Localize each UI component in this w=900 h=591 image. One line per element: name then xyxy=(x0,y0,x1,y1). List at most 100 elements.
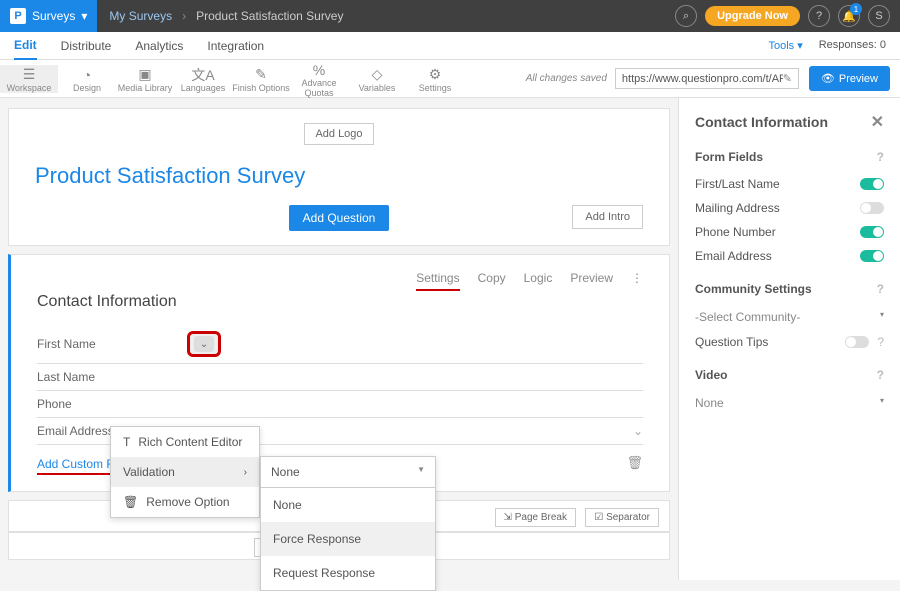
lang-icon: 文A xyxy=(174,67,232,83)
help-icon[interactable]: ? xyxy=(877,282,884,296)
video-select[interactable]: None▾ xyxy=(695,390,884,416)
question-actions: Settings Copy Logic Preview ⋮ xyxy=(37,271,643,285)
bell-badge: 1 xyxy=(850,3,862,15)
menu-validation[interactable]: Validation› xyxy=(111,457,259,487)
toggle-email[interactable]: Email Address xyxy=(695,244,884,268)
toolbar: ☰Workspace ◔Design ▣Media Library 文ALang… xyxy=(0,60,900,98)
upgrade-button[interactable]: Upgrade Now xyxy=(705,6,800,26)
field-last-name[interactable]: Last Name xyxy=(37,364,643,391)
dropdown-icon: ▾ xyxy=(880,396,884,410)
brand-label: Surveys xyxy=(32,9,75,23)
field-options-highlight: ⌄ xyxy=(187,331,221,357)
page-break-button[interactable]: ⇲ Page Break xyxy=(495,508,576,527)
topbar: P Surveys ▾ My Surveys › Product Satisfa… xyxy=(0,0,900,32)
workspace-icon: ☰ xyxy=(0,67,58,83)
trash-icon: 🗑 xyxy=(123,495,138,509)
toggle-switch[interactable] xyxy=(860,202,884,214)
chevron-right-icon: › xyxy=(244,467,247,478)
menu-remove-option[interactable]: 🗑Remove Option xyxy=(111,487,259,517)
chevron-down-icon[interactable]: ⌄ xyxy=(194,336,214,352)
tool-variables[interactable]: ◇Variables xyxy=(348,65,406,93)
toggle-switch[interactable] xyxy=(860,226,884,238)
tool-quotas[interactable]: %Advance Quotas xyxy=(290,60,348,98)
breadcrumb: My Surveys › Product Satisfaction Survey xyxy=(97,9,355,23)
design-icon: ◔ xyxy=(58,67,116,83)
saved-status: All changes saved xyxy=(526,73,607,84)
dropdown-icon: ▾ xyxy=(880,310,884,324)
eye-icon: 👁 xyxy=(821,72,835,85)
edit-url-icon[interactable]: ✎ xyxy=(783,72,792,85)
more-icon[interactable]: ⋮ xyxy=(631,271,643,285)
tool-workspace[interactable]: ☰Workspace xyxy=(0,65,58,93)
var-icon: ◇ xyxy=(348,67,406,83)
panel-title: Contact Information✕ xyxy=(695,112,884,132)
chevron-down-icon: ▾ xyxy=(81,9,87,23)
brand-dropdown[interactable]: P Surveys ▾ xyxy=(0,0,97,32)
add-intro-button[interactable]: Add Intro xyxy=(572,205,643,229)
tool-media[interactable]: ▣Media Library xyxy=(116,65,174,93)
breadcrumb-page: Product Satisfaction Survey xyxy=(196,9,343,23)
help-icon[interactable]: ? xyxy=(877,335,884,349)
section-community: Community Settings? xyxy=(695,282,884,296)
opt-force-response[interactable]: Force Response xyxy=(261,522,435,556)
tab-edit[interactable]: Edit xyxy=(14,32,37,60)
tool-design[interactable]: ◔Design xyxy=(58,65,116,93)
toggle-switch[interactable] xyxy=(860,178,884,190)
opt-none[interactable]: None xyxy=(261,488,435,522)
tools-dropdown[interactable]: Tools ▾ xyxy=(768,39,802,52)
field-first-name[interactable]: First Name ⌄ xyxy=(37,325,643,364)
toggle-qtips[interactable]: Question Tips? xyxy=(695,330,884,354)
field-label: First Name xyxy=(37,337,187,351)
validation-submenu: None▼ None Force Response Request Respon… xyxy=(260,456,436,591)
question-title[interactable]: Contact Information xyxy=(37,293,643,311)
opt-request-response[interactable]: Request Response xyxy=(261,556,435,590)
survey-title[interactable]: Product Satisfaction Survey xyxy=(35,163,643,189)
tool-languages[interactable]: 文ALanguages xyxy=(174,65,232,93)
breadcrumb-root[interactable]: My Surveys xyxy=(109,9,172,23)
text-icon: T xyxy=(123,435,130,449)
field-phone[interactable]: Phone xyxy=(37,391,643,418)
help-icon[interactable]: ? xyxy=(808,5,830,27)
toggle-phone[interactable]: Phone Number xyxy=(695,220,884,244)
search-icon[interactable]: ⌕ xyxy=(675,5,697,27)
action-copy[interactable]: Copy xyxy=(478,271,506,285)
menu-rich-content[interactable]: TRich Content Editor xyxy=(111,427,259,457)
field-label: Phone xyxy=(37,397,187,411)
section-video: Video? xyxy=(695,368,884,382)
add-logo-button[interactable]: Add Logo xyxy=(304,123,373,145)
add-question-button[interactable]: Add Question xyxy=(289,205,390,231)
survey-url[interactable]: https://www.questionpro.com/t/AP53kZgUI✎ xyxy=(615,68,799,89)
brand-logo: P xyxy=(10,8,26,24)
gear-icon: ⚙ xyxy=(406,67,464,83)
field-label: Last Name xyxy=(37,370,187,384)
user-avatar[interactable]: S xyxy=(868,5,890,27)
toggle-switch[interactable] xyxy=(845,336,869,348)
toggle-mailing[interactable]: Mailing Address xyxy=(695,196,884,220)
close-icon[interactable]: ✕ xyxy=(871,112,884,132)
field-context-menu: TRich Content Editor Validation› 🗑Remove… xyxy=(110,426,260,518)
help-icon[interactable]: ? xyxy=(877,150,884,164)
help-icon[interactable]: ? xyxy=(877,368,884,382)
media-icon: ▣ xyxy=(116,67,174,83)
tab-integration[interactable]: Integration xyxy=(207,33,264,59)
community-select[interactable]: -Select Community-▾ xyxy=(695,304,884,330)
separator-button[interactable]: ☑ Separator xyxy=(585,508,659,527)
section-form-fields: Form Fields? xyxy=(695,150,884,164)
tool-settings[interactable]: ⚙Settings xyxy=(406,65,464,93)
bell-icon[interactable]: 🔔1 xyxy=(838,5,860,27)
tab-distribute[interactable]: Distribute xyxy=(61,33,112,59)
trash-icon[interactable]: 🗑 xyxy=(626,455,643,471)
tool-finish[interactable]: ✎Finish Options xyxy=(232,65,290,93)
chevron-down-icon[interactable]: ⌄ xyxy=(633,424,643,438)
canvas: Add Logo Product Satisfaction Survey Add… xyxy=(0,98,678,580)
action-logic[interactable]: Logic xyxy=(524,271,553,285)
responses-count: Responses: 0 xyxy=(819,39,886,52)
toggle-firstlast[interactable]: First/Last Name xyxy=(695,172,884,196)
preview-button[interactable]: 👁Preview xyxy=(809,66,890,91)
toggle-switch[interactable] xyxy=(860,250,884,262)
action-preview[interactable]: Preview xyxy=(570,271,613,285)
validation-select[interactable]: None▼ xyxy=(261,457,435,488)
tab-analytics[interactable]: Analytics xyxy=(135,33,183,59)
quota-icon: % xyxy=(290,62,348,78)
action-settings[interactable]: Settings xyxy=(416,271,459,285)
